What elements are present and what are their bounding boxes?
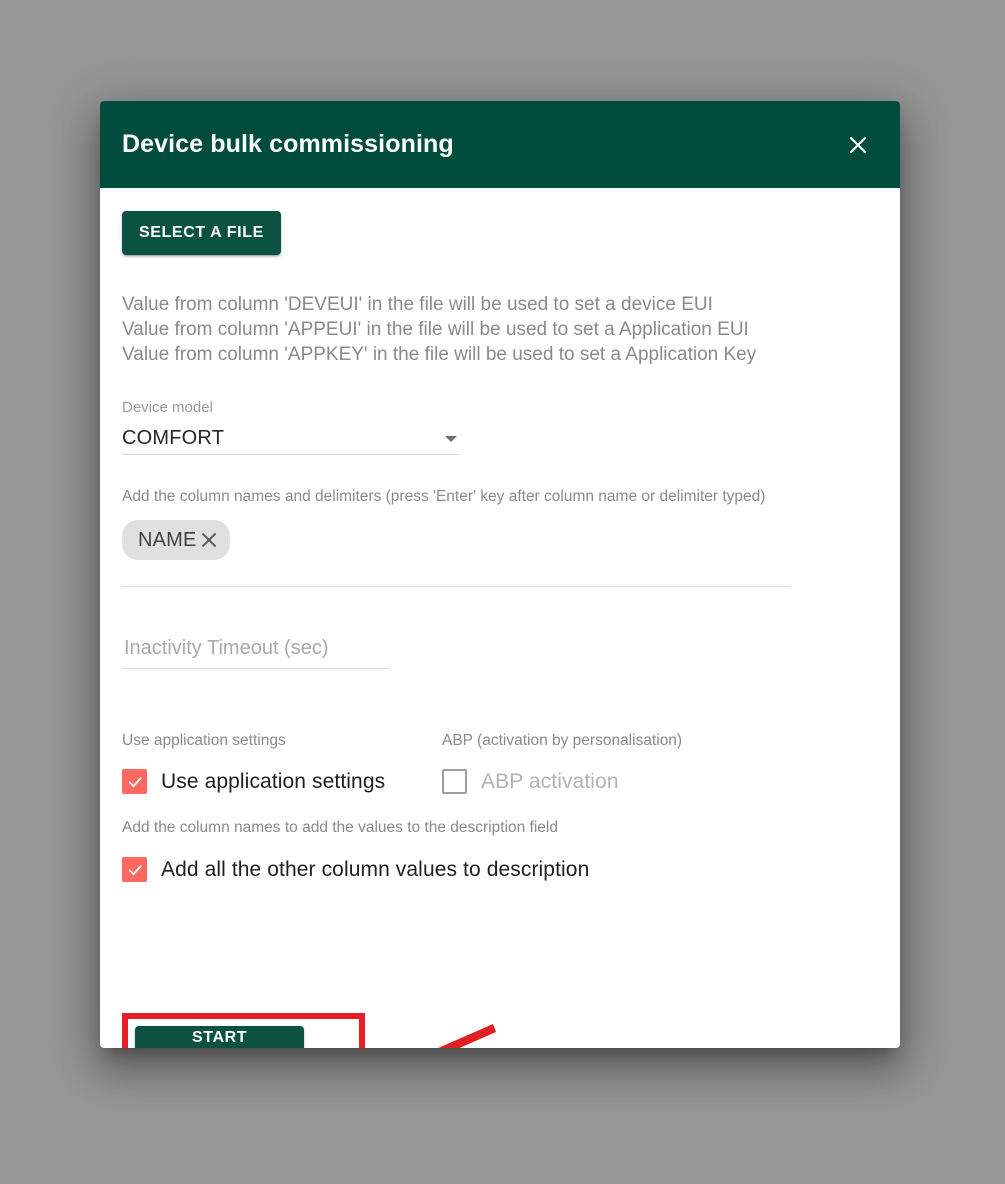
use-application-settings-label: Use application settings xyxy=(161,769,386,793)
info-lines: Value from column 'DEVEUI' in the file w… xyxy=(122,292,878,367)
dialog-title: Device bulk commissioning xyxy=(122,130,454,158)
inactivity-timeout-input[interactable] xyxy=(122,637,389,669)
abp-activation-row[interactable]: ABP activation xyxy=(442,769,619,794)
add-all-columns-to-description-label: Add all the other column values to descr… xyxy=(161,857,590,881)
close-icon-glyph xyxy=(849,136,867,153)
device-model-field: Device model COMFORT xyxy=(122,399,459,455)
column-names-hint: Add the column names and delimiters (pre… xyxy=(122,488,766,505)
options-headers: Use application settings ABP (activation… xyxy=(122,731,878,750)
info-line-appeui: Value from column 'APPEUI' in the file w… xyxy=(122,319,749,340)
device-model-label: Device model xyxy=(122,399,213,416)
device-bulk-commissioning-dialog: Device bulk commissioning SELECT A FILE … xyxy=(100,101,900,1048)
start-commissioning-button[interactable]: START COMMISSIONING xyxy=(135,1026,305,1048)
info-line-appkey: Value from column 'APPKEY' in the file w… xyxy=(122,344,757,365)
annotation-arrow-icon xyxy=(438,1024,496,1048)
use-application-settings-row[interactable]: Use application settings xyxy=(122,769,442,794)
check-icon xyxy=(128,864,142,875)
select-a-file-button[interactable]: SELECT A FILE xyxy=(122,211,281,255)
close-icon-glyph xyxy=(201,533,216,547)
abp-header: ABP (activation by personalisation) xyxy=(442,732,683,749)
info-line-deveui: Value from column 'DEVEUI' in the file w… xyxy=(122,294,713,315)
close-icon[interactable] xyxy=(838,125,878,165)
abp-activation-checkbox[interactable] xyxy=(442,769,467,794)
device-model-value: COMFORT xyxy=(122,427,225,449)
use-application-settings-checkbox[interactable] xyxy=(122,769,147,794)
abp-activation-label: ABP activation xyxy=(481,769,619,793)
chevron-down-icon xyxy=(445,435,457,442)
inactivity-timeout-field xyxy=(122,637,389,669)
options-rows: Use application settings ABP activation xyxy=(122,769,878,794)
dialog-header: Device bulk commissioning xyxy=(100,101,900,188)
chip-name[interactable]: NAME xyxy=(122,520,230,560)
use-application-settings-header: Use application settings xyxy=(122,732,286,749)
check-icon xyxy=(128,776,142,787)
dialog-body: SELECT A FILE Value from column 'DEVEUI'… xyxy=(100,188,900,1048)
add-all-columns-to-description-checkbox[interactable] xyxy=(122,857,147,882)
description-hint: Add the column names to add the values t… xyxy=(122,819,558,836)
add-all-columns-to-description-row[interactable]: Add all the other column values to descr… xyxy=(122,857,878,882)
chip-remove-close-icon[interactable] xyxy=(198,529,220,551)
device-model-select[interactable]: COMFORT xyxy=(122,423,459,455)
options-section: Use application settings ABP (activation… xyxy=(122,731,878,882)
column-names-chip-input[interactable]: NAME xyxy=(122,520,790,587)
chip-label: NAME xyxy=(138,528,197,551)
